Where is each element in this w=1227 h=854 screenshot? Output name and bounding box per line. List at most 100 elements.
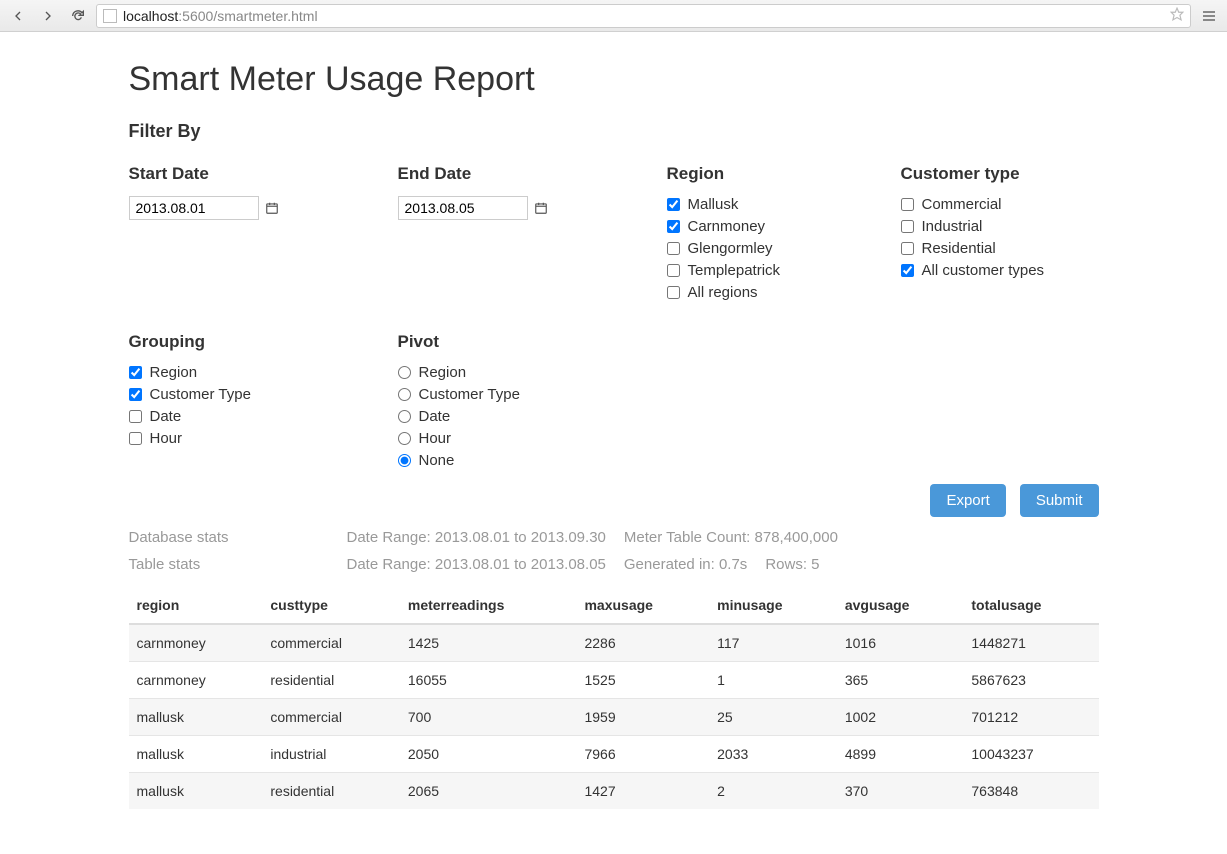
grouping-date-checkbox[interactable] xyxy=(129,410,142,423)
region-mallusk-checkbox[interactable] xyxy=(667,198,680,211)
submit-button[interactable]: Submit xyxy=(1020,484,1099,517)
pivot-option-label: Customer Type xyxy=(419,386,520,403)
custtype-commercial-checkbox[interactable] xyxy=(901,198,914,211)
custtype-option-label: All customer types xyxy=(922,262,1045,279)
table-cell: mallusk xyxy=(129,736,263,773)
export-button[interactable]: Export xyxy=(930,484,1005,517)
table-cell: 1425 xyxy=(400,624,577,662)
custtype-residential-checkbox[interactable] xyxy=(901,242,914,255)
region-option-label: Mallusk xyxy=(688,196,739,213)
table-row: carnmoneyresidential16055152513655867623 xyxy=(129,662,1099,699)
forward-button[interactable] xyxy=(36,4,60,28)
table-cell: 7966 xyxy=(576,736,709,773)
custtype-option-label: Industrial xyxy=(922,218,983,235)
grouping-label: Grouping xyxy=(129,332,374,352)
pivot-option-label: Date xyxy=(419,408,451,425)
table-cell: 1959 xyxy=(576,699,709,736)
region-glengormley-checkbox[interactable] xyxy=(667,242,680,255)
table-cell: residential xyxy=(262,662,400,699)
pivot-option-label: None xyxy=(419,452,455,469)
table-row: malluskindustrial20507966203348991004323… xyxy=(129,736,1099,773)
table-cell: commercial xyxy=(262,699,400,736)
url-bar[interactable]: localhost:5600/smartmeter.html xyxy=(96,4,1191,28)
column-header-totalusage: totalusage xyxy=(963,587,1098,624)
table-cell: 1448271 xyxy=(963,624,1098,662)
region-option-label: Glengormley xyxy=(688,240,773,257)
table-cell: residential xyxy=(262,773,400,810)
customer-type-label: Customer type xyxy=(901,164,1146,184)
calendar-icon[interactable] xyxy=(265,201,279,215)
table-cell: 763848 xyxy=(963,773,1098,810)
region-templepatrick-checkbox[interactable] xyxy=(667,264,680,277)
column-header-meterreadings: meterreadings xyxy=(400,587,577,624)
table-cell: 16055 xyxy=(400,662,577,699)
column-header-region: region xyxy=(129,587,263,624)
table-cell: 1016 xyxy=(837,624,964,662)
start-date-label: Start Date xyxy=(129,164,374,184)
table-cell: mallusk xyxy=(129,773,263,810)
custtype-industrial-checkbox[interactable] xyxy=(901,220,914,233)
table-cell: 2033 xyxy=(709,736,837,773)
page-title: Smart Meter Usage Report xyxy=(129,60,1099,99)
table-cell: 4899 xyxy=(837,736,964,773)
pivot-hour-radio[interactable] xyxy=(398,432,411,445)
start-date-input[interactable] xyxy=(129,196,259,220)
pivot-date-radio[interactable] xyxy=(398,410,411,423)
region-option-label: Carnmoney xyxy=(688,218,766,235)
table-cell: 2 xyxy=(709,773,837,810)
column-header-minusage: minusage xyxy=(709,587,837,624)
table-stats-range: Date Range: 2013.08.01 to 2013.08.05 xyxy=(347,556,606,573)
grouping-option-label: Date xyxy=(150,408,182,425)
menu-button[interactable] xyxy=(1197,4,1221,28)
region-carnmoney-checkbox[interactable] xyxy=(667,220,680,233)
reload-button[interactable] xyxy=(66,4,90,28)
region-all-regions-checkbox[interactable] xyxy=(667,286,680,299)
end-date-label: End Date xyxy=(398,164,643,184)
table-cell: commercial xyxy=(262,624,400,662)
grouping-option-label: Customer Type xyxy=(150,386,251,403)
back-button[interactable] xyxy=(6,4,30,28)
table-row: carnmoneycommercial142522861171016144827… xyxy=(129,624,1099,662)
table-cell: 117 xyxy=(709,624,837,662)
table-cell: 2065 xyxy=(400,773,577,810)
grouping-option-label: Region xyxy=(150,364,198,381)
bookmark-star-icon[interactable] xyxy=(1170,7,1184,24)
table-row: malluskcommercial7001959251002701212 xyxy=(129,699,1099,736)
table-cell: 5867623 xyxy=(963,662,1098,699)
table-cell: carnmoney xyxy=(129,662,263,699)
calendar-icon[interactable] xyxy=(534,201,548,215)
end-date-input[interactable] xyxy=(398,196,528,220)
db-stats-count: Meter Table Count: 878,400,000 xyxy=(624,529,838,546)
custtype-option-label: Commercial xyxy=(922,196,1002,213)
table-stats-rows: Rows: 5 xyxy=(765,556,819,573)
table-cell: 10043237 xyxy=(963,736,1098,773)
table-stats-label: Table stats xyxy=(129,556,329,573)
table-cell: 370 xyxy=(837,773,964,810)
table-cell: 2286 xyxy=(576,624,709,662)
table-cell: industrial xyxy=(262,736,400,773)
url-host: localhost xyxy=(123,8,178,24)
table-cell: 365 xyxy=(837,662,964,699)
pivot-customer-type-radio[interactable] xyxy=(398,388,411,401)
column-header-avgusage: avgusage xyxy=(837,587,964,624)
filter-by-heading: Filter By xyxy=(129,121,1099,142)
browser-chrome: localhost:5600/smartmeter.html xyxy=(0,0,1227,32)
column-header-custtype: custtype xyxy=(262,587,400,624)
table-cell: 1 xyxy=(709,662,837,699)
grouping-hour-checkbox[interactable] xyxy=(129,432,142,445)
viewport[interactable]: Smart Meter Usage Report Filter By Start… xyxy=(0,32,1227,854)
table-cell: 2050 xyxy=(400,736,577,773)
pivot-label: Pivot xyxy=(398,332,643,352)
pivot-region-radio[interactable] xyxy=(398,366,411,379)
grouping-region-checkbox[interactable] xyxy=(129,366,142,379)
region-label: Region xyxy=(667,164,877,184)
custtype-all-customer-types-checkbox[interactable] xyxy=(901,264,914,277)
grouping-customer-type-checkbox[interactable] xyxy=(129,388,142,401)
db-stats-label: Database stats xyxy=(129,529,329,546)
pivot-option-label: Region xyxy=(419,364,467,381)
table-cell: 1525 xyxy=(576,662,709,699)
region-option-label: Templepatrick xyxy=(688,262,781,279)
grouping-option-label: Hour xyxy=(150,430,183,447)
pivot-none-radio[interactable] xyxy=(398,454,411,467)
db-stats-range: Date Range: 2013.08.01 to 2013.09.30 xyxy=(347,529,606,546)
